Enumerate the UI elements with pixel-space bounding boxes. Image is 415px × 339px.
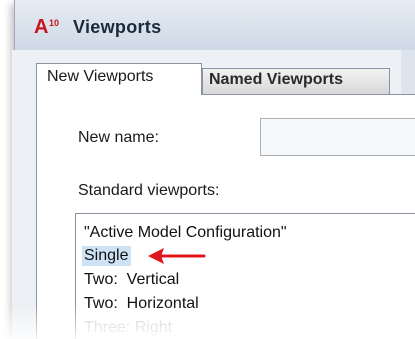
new-name-input[interactable]: [260, 118, 415, 156]
list-item-two-vertical[interactable]: Two: Vertical: [84, 270, 179, 290]
red-arrow-annotation-icon: [148, 248, 206, 264]
tab-new-viewports[interactable]: New Viewports: [36, 63, 202, 95]
list-item-single-selected[interactable]: Single: [82, 246, 132, 266]
list-item-two-horizontal[interactable]: Two: Horizontal: [84, 294, 199, 314]
window-title: Viewports: [73, 17, 162, 37]
list-item-active-model-configuration[interactable]: "Active Model Configuration": [84, 223, 287, 243]
title-bar[interactable]: A 10 Viewports: [15, 0, 415, 50]
standard-viewports-list[interactable]: "Active Model Configuration" Single Two:…: [75, 213, 415, 339]
standard-viewports-label: Standard viewports:: [78, 182, 220, 199]
svg-text:A: A: [34, 16, 48, 36]
new-name-label: New name:: [78, 129, 159, 146]
autocad-app-icon: A 10: [34, 16, 59, 36]
tab-named-viewports[interactable]: Named Viewports: [202, 68, 390, 95]
svg-text:10: 10: [49, 18, 59, 28]
list-item-three-right[interactable]: Three: Right: [84, 318, 172, 338]
